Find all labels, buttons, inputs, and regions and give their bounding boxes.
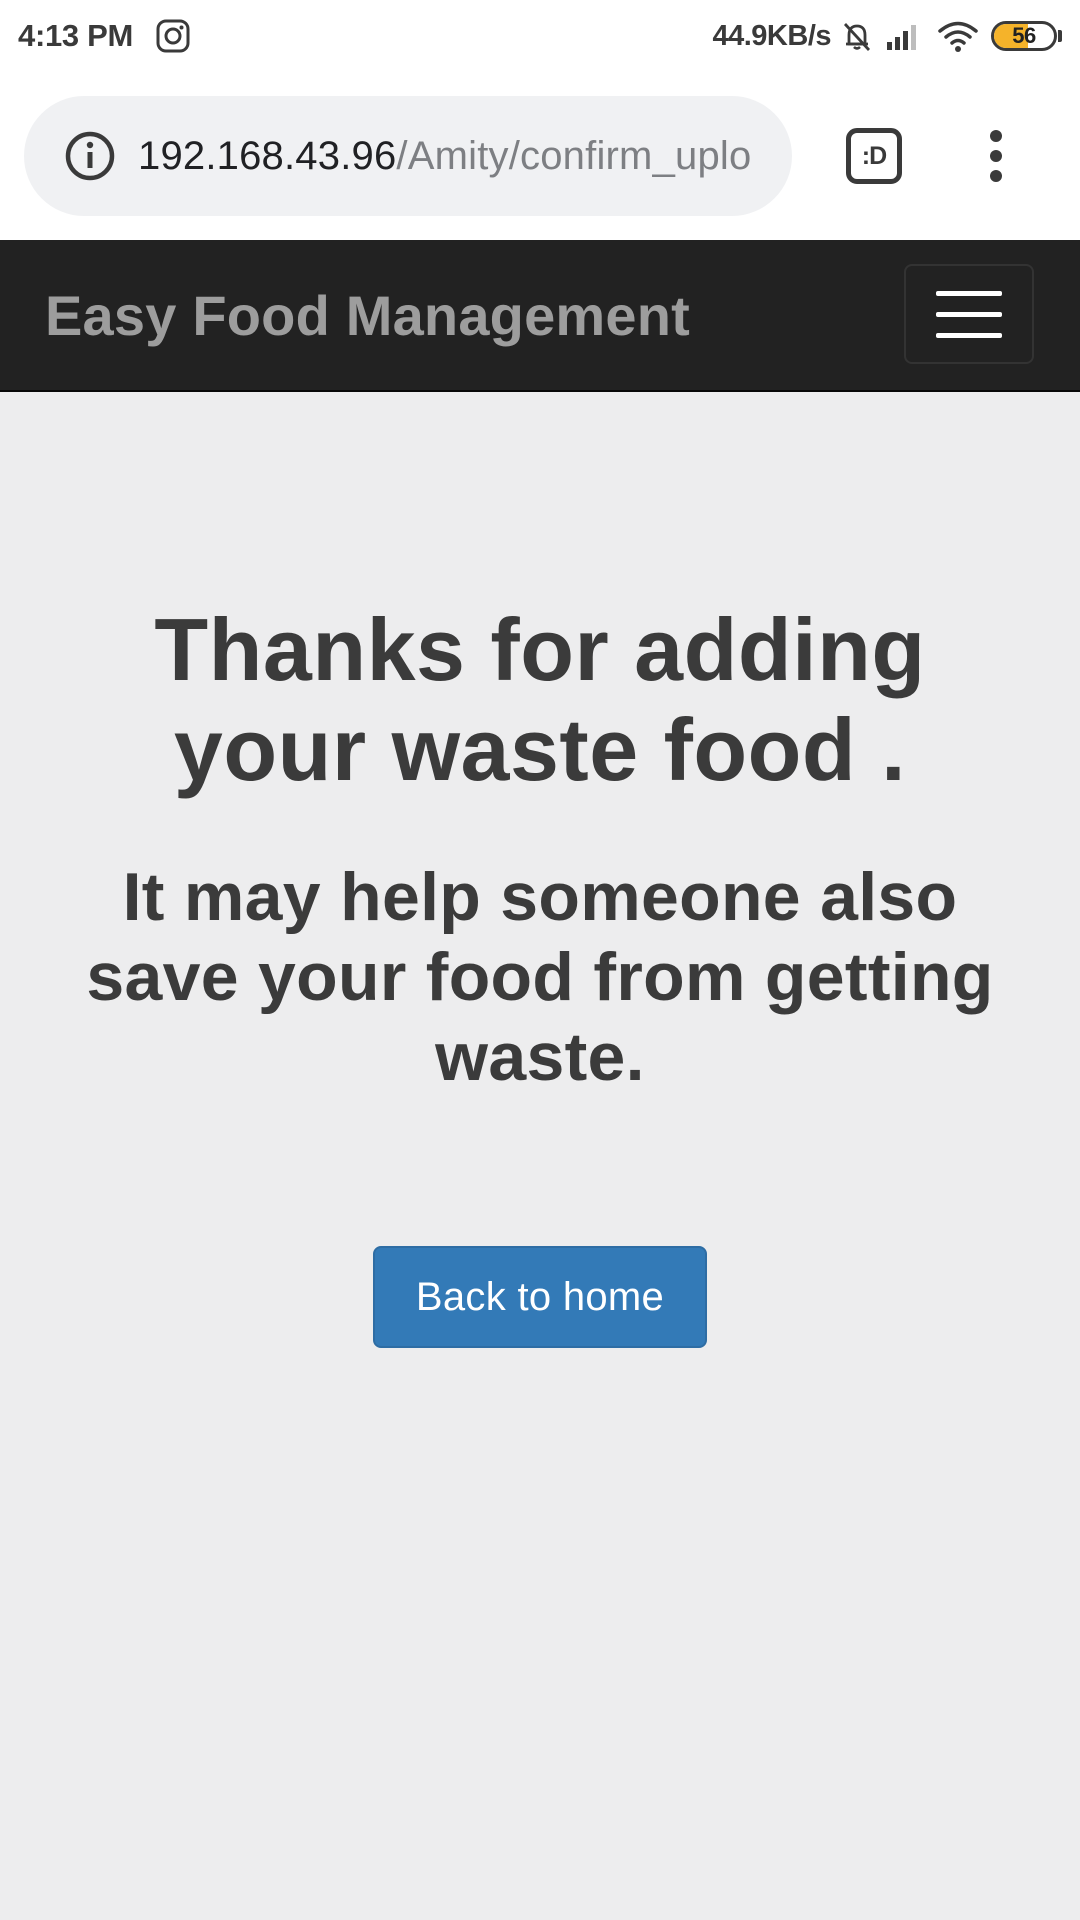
hamburger-icon-bar — [936, 311, 1002, 317]
battery-nub — [1058, 30, 1062, 42]
menu-dot — [990, 170, 1002, 182]
url-host: 192.168.43.96 — [138, 133, 397, 178]
url-path: /Amity/confirm_uplo — [396, 133, 752, 178]
wifi-icon — [937, 18, 979, 54]
thanks-heading: Thanks for adding your waste food . — [80, 600, 1000, 800]
battery-level-text: 56 — [1012, 23, 1036, 48]
back-to-home-button[interactable]: Back to home — [373, 1246, 707, 1348]
more-vert-icon[interactable] — [978, 126, 1014, 186]
battery-icon: 56 — [991, 21, 1057, 51]
hamburger-icon-bar — [936, 332, 1002, 338]
status-bar-left: 4:13 PM — [18, 0, 191, 72]
status-time: 4:13 PM — [18, 18, 134, 53]
tab-switcher-button[interactable]: :D — [846, 128, 902, 184]
info-icon[interactable] — [64, 130, 116, 182]
navbar-brand[interactable]: Easy Food Management — [45, 240, 690, 390]
status-bar: 4:13 PM 44.9KB/s 56 — [0, 0, 1080, 72]
hamburger-icon-bar — [936, 290, 1002, 296]
menu-dot — [990, 130, 1002, 142]
status-bar-right: 44.9KB/s 56 — [712, 0, 1062, 72]
url-text[interactable]: 192.168.43.96/Amity/confirm_uplo — [138, 134, 751, 179]
main-content: Thanks for adding your waste food . It m… — [0, 392, 1080, 1920]
thanks-heading-line1: Thanks for adding — [154, 600, 926, 699]
address-bar[interactable]: 192.168.43.96/Amity/confirm_uplo — [24, 96, 792, 216]
help-subheading-line2: save your food from getting — [86, 939, 994, 1015]
browser-toolbar: 192.168.43.96/Amity/confirm_uplo :D — [0, 72, 1080, 240]
help-subheading: It may help someone also save your food … — [60, 857, 1020, 1097]
network-speed: 44.9KB/s — [712, 19, 831, 52]
muted-bell-icon — [839, 18, 875, 54]
menu-dot — [990, 150, 1002, 162]
site-navbar: Easy Food Management — [0, 240, 1080, 392]
instagram-icon — [155, 18, 191, 54]
thanks-heading-line2: your waste food . — [173, 700, 907, 799]
help-subheading-line3: waste. — [435, 1019, 645, 1095]
signal-icon — [883, 18, 923, 54]
navbar-toggle-button[interactable] — [904, 264, 1034, 364]
help-subheading-line1: It may help someone also — [122, 859, 958, 935]
